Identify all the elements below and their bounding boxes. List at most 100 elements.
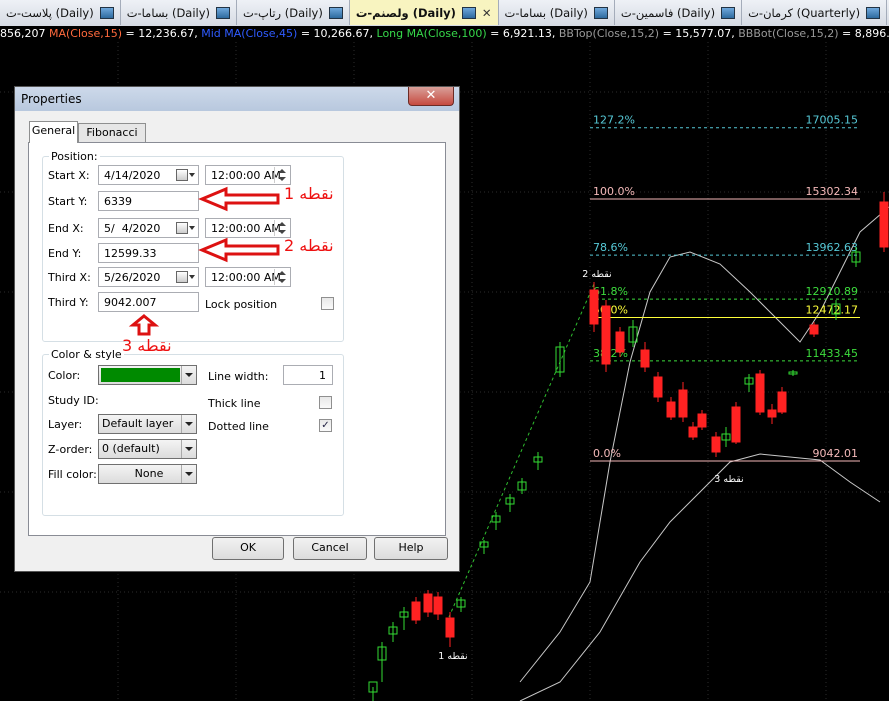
lock-position-label: Lock position: [205, 298, 278, 311]
third-x-date-picker[interactable]: 5/26/2020: [98, 267, 199, 287]
fill-color-value: None: [134, 467, 164, 480]
fib-level-percent: 0.0%: [593, 447, 621, 460]
candle-down: [666, 401, 676, 418]
annotation-point-1: نقطه 1: [284, 184, 334, 203]
layer-label: Layer:: [48, 418, 83, 431]
chart-tab-label: رتاپ-ت (Daily): [243, 5, 323, 20]
cancel-button[interactable]: Cancel: [293, 537, 367, 560]
close-tab-icon[interactable]: ✕: [482, 6, 492, 20]
tab-fibonacci[interactable]: Fibonacci: [78, 123, 146, 143]
indicator-text: = 15,577.07,: [659, 27, 739, 40]
indicator-text: = 6,921.13,: [486, 27, 559, 40]
fib-level-price: 17005.15: [806, 114, 859, 127]
fib-level-percent: 127.2%: [593, 114, 635, 127]
dialog-title-bar[interactable]: Properties ✕: [15, 87, 459, 111]
zorder-select[interactable]: 0 (default): [98, 439, 197, 459]
color-swatch: [101, 368, 180, 382]
study-id-label: Study ID:: [48, 394, 99, 407]
time-spinner-icon[interactable]: [274, 269, 289, 285]
chart-tab-1[interactable]: پلاست-ت (Daily): [0, 0, 121, 25]
fib-level-percent: 78.6%: [593, 241, 628, 254]
line-width-value: 1: [319, 369, 326, 382]
fib-level-price: 11433.45: [806, 347, 859, 360]
start-x-date-picker[interactable]: 4/14/2020: [98, 165, 199, 185]
candle-down: [731, 406, 741, 443]
bbbot-label: BBBot(Close,15,2): [738, 27, 839, 40]
candle-down: [809, 324, 819, 335]
chart-tab-label: پلاست-ت (Daily): [6, 5, 94, 20]
annotation-point-3: نقطه 3: [122, 336, 172, 355]
chart-icon: [866, 6, 881, 19]
thick-line-checkbox[interactable]: [319, 396, 332, 409]
start-y-input[interactable]: 6339: [98, 191, 199, 211]
chevron-down-icon: [181, 415, 196, 433]
lock-position-checkbox[interactable]: [321, 297, 334, 310]
dotted-line-label: Dotted line: [208, 420, 269, 433]
time-spinner-icon[interactable]: [274, 167, 289, 183]
fibonacci-levels: 161.8%19171.22127.2%17005.15100.0%15302.…: [590, 114, 860, 462]
third-x-date-value: 5/26/2020: [104, 271, 161, 284]
start-x-time-field[interactable]: 12:00:00 AM: [205, 165, 291, 185]
chart-tab-3[interactable]: رتاپ-ت (Daily): [237, 0, 350, 25]
point-3-label: نقطه 3: [714, 474, 743, 485]
point-1-label: نقطه 1: [438, 651, 467, 662]
end-x-label: End X:: [48, 222, 84, 235]
chart-icon: [721, 6, 736, 19]
chart-tab-7[interactable]: كرمان-ت (Quarterly): [742, 0, 888, 25]
chart-icon: [99, 6, 114, 19]
candle-down: [589, 289, 599, 325]
chart-tab-6[interactable]: فاسمين-ت (Daily): [615, 0, 743, 25]
end-x-date-picker[interactable]: 5/ 4/2020: [98, 218, 199, 238]
fib-level-price: 12910.89: [806, 285, 859, 298]
dotted-line-checkbox[interactable]: ✓: [319, 419, 332, 432]
calendar-icon[interactable]: [176, 271, 196, 283]
candle-down: [755, 373, 765, 413]
candle-down: [653, 376, 663, 398]
zorder-label: Z-order:: [48, 443, 93, 456]
bollinger-bottom-line: [519, 453, 881, 701]
end-y-input[interactable]: 12599.33: [98, 243, 199, 263]
fib-level-percent: 100.0%: [593, 185, 635, 198]
start-x-time-value: 12:00:00 AM: [211, 169, 281, 182]
third-y-input[interactable]: 9042.007: [98, 292, 199, 312]
thick-line-label: Thick line: [208, 397, 261, 410]
properties-dialog: Properties ✕ General Fibonacci Position:…: [14, 86, 460, 572]
third-x-time-field[interactable]: 12:00:00 AM: [205, 267, 291, 287]
line-width-label: Line width:: [208, 370, 269, 383]
third-y-value: 9042.007: [104, 296, 157, 309]
fib-level-price: 9042.01: [813, 447, 859, 460]
tab-general[interactable]: General: [29, 121, 78, 143]
long-ma100-label: Long MA(Close,100): [376, 27, 487, 40]
bbtop-label: BBTop(Close,15,2): [558, 27, 660, 40]
candle-down: [711, 436, 721, 453]
start-y-label: Start Y:: [48, 195, 88, 208]
chart-tab-4-active[interactable]: ولصنم-ت (Daily) ✕: [349, 0, 499, 25]
candle-down: [777, 391, 787, 413]
calendar-icon[interactable]: [176, 222, 196, 234]
candle-down: [640, 349, 650, 368]
indicator-text: 856,207: [0, 27, 49, 40]
fill-color-label: Fill color:: [48, 468, 97, 481]
candle-down: [433, 596, 443, 615]
indicator-text: = 8,896.26: [841, 27, 889, 40]
bollinger-top-line: [519, 206, 889, 683]
dialog-close-button[interactable]: ✕: [408, 87, 454, 106]
calendar-icon[interactable]: [176, 169, 196, 181]
time-spinner-icon[interactable]: [274, 220, 289, 236]
chart-tab-label: بساما-ت (Daily): [126, 5, 211, 20]
line-width-input[interactable]: 1: [283, 365, 333, 385]
chart-icon: [593, 6, 608, 19]
layer-select[interactable]: Default layer: [98, 414, 197, 434]
point-2-label: نقطه 2: [582, 269, 611, 280]
fill-color-select[interactable]: None: [98, 464, 197, 484]
position-group-title: Position:: [49, 150, 100, 163]
color-picker[interactable]: [98, 365, 197, 385]
start-y-value: 6339: [104, 195, 132, 208]
help-button[interactable]: Help: [374, 537, 448, 560]
end-x-time-field[interactable]: 12:00:00 AM: [205, 218, 291, 238]
chart-tab-2[interactable]: بساما-ت (Daily): [121, 0, 238, 25]
start-x-date-value: 4/14/2020: [104, 169, 161, 182]
chart-tab-5[interactable]: بساما-ت (Daily): [499, 0, 615, 25]
fib-trend-dotted-line: [448, 283, 595, 618]
ok-button[interactable]: OK: [212, 537, 284, 560]
